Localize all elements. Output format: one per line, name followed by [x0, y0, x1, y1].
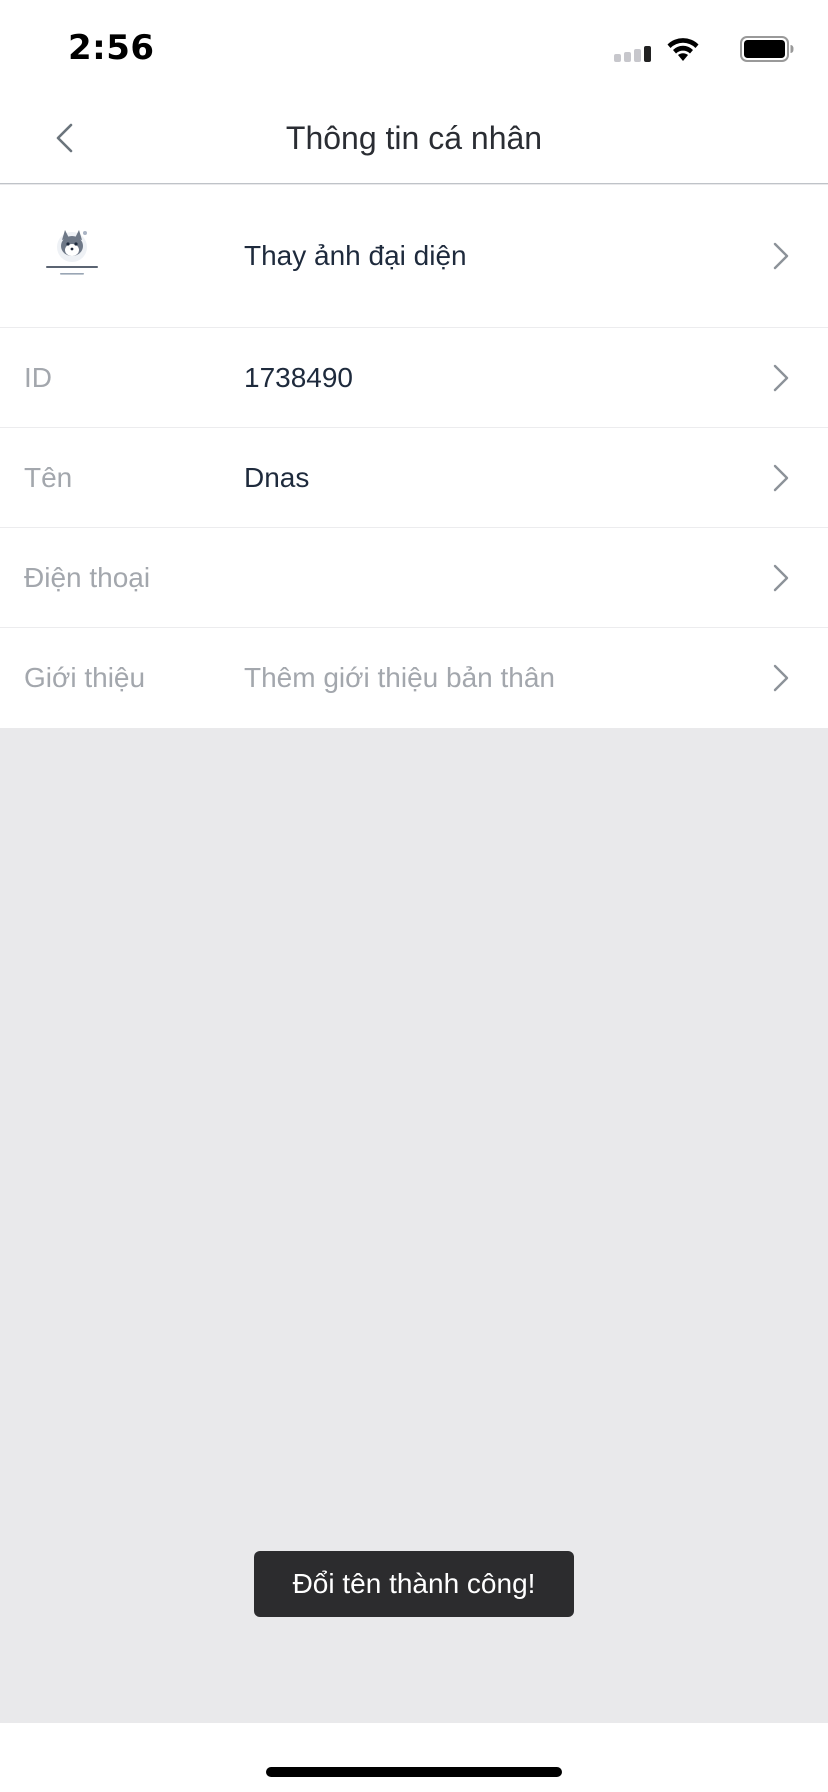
id-label: ID [24, 361, 52, 393]
avatar[interactable] [38, 223, 106, 291]
husky-avatar-image [38, 223, 106, 291]
status-time: 2:56 [68, 28, 155, 68]
bio-placeholder: Thêm giới thiệu bản thân [244, 662, 555, 693]
name-label: Tên [24, 461, 73, 493]
chevron-right-icon [773, 242, 789, 270]
chevron-right-icon [773, 664, 789, 692]
home-indicator[interactable] [266, 1767, 562, 1777]
name-value: Dnas [244, 461, 310, 493]
battery-icon [740, 36, 794, 62]
home-indicator-area [0, 1723, 828, 1792]
id-row[interactable]: ID 1738490 [0, 328, 828, 428]
chevron-right-icon [773, 364, 789, 391]
name-row[interactable]: Tên Dnas [0, 428, 828, 528]
change-avatar-row[interactable]: Thay ảnh đại diện [0, 185, 828, 328]
toast-message: Đổi tên thành công! [292, 1568, 536, 1599]
chevron-right-icon [773, 564, 789, 591]
wifi-icon [667, 38, 699, 61]
toast: Đổi tên thành công! [254, 1551, 574, 1617]
page-title: Thông tin cá nhân [285, 120, 543, 156]
bio-row[interactable]: Giới thiệu Thêm giới thiệu bản thân [0, 628, 828, 728]
profile-screen: 2:56 Thông tin cá nhân Thay ảnh đại diện… [0, 0, 828, 1792]
id-value: 1738490 [244, 361, 354, 393]
chevron-right-icon [773, 464, 789, 491]
phone-label: Điện thoại [24, 561, 151, 593]
bio-label: Giới thiệu [24, 662, 146, 693]
status-bar: 2:56 [0, 0, 828, 92]
cellular-signal-icon [614, 46, 651, 62]
navigation-bar: Thông tin cá nhân [0, 92, 828, 184]
phone-row[interactable]: Điện thoại [0, 528, 828, 628]
profile-info-list: Thay ảnh đại diện ID 1738490 Tên Dnas Đi… [0, 185, 828, 728]
change-avatar-label: Thay ảnh đại diện [244, 240, 467, 271]
